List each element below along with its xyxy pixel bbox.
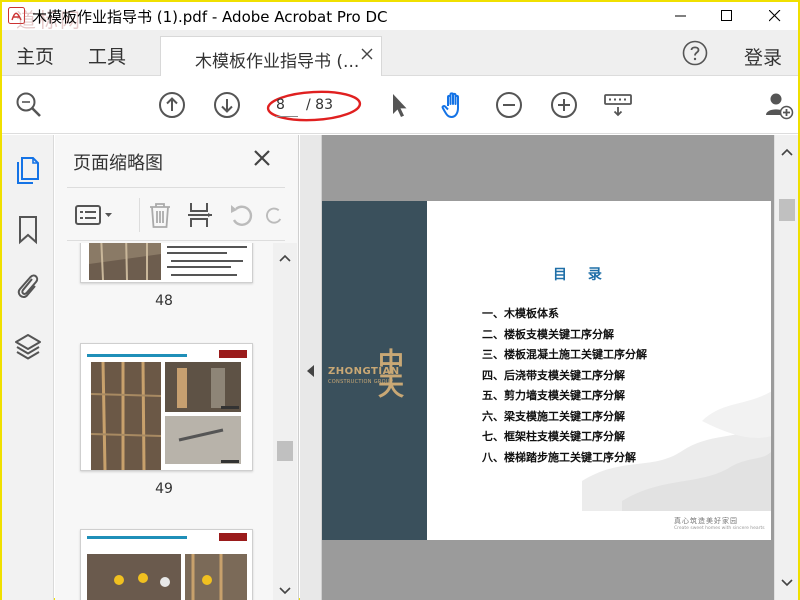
title-bar: 道标网 木模板作业指导书 (1).pdf - Adobe Acrobat Pro… <box>2 2 798 32</box>
left-navigation-rail <box>2 135 54 600</box>
company-slogan: 真心筑造美好家园 <box>674 517 738 525</box>
zoom-out-button[interactable] <box>494 90 524 120</box>
thumbnail-page[interactable] <box>80 529 253 600</box>
thumbnail-options-button[interactable] <box>73 200 119 230</box>
paperclip-icon <box>17 274 39 299</box>
tab-tools[interactable]: 工具 <box>88 42 126 69</box>
company-slogan-english: Create sweet homes with sincere hearts <box>674 526 765 531</box>
toolbar: 8 / 83 <box>2 76 798 134</box>
thumbnail-image <box>89 243 247 281</box>
maximize-icon <box>721 10 732 21</box>
toc-title: 目 录 <box>553 267 610 283</box>
hand-tool-button[interactable] <box>439 90 469 120</box>
options-list-icon <box>75 205 112 225</box>
acrobat-window: 道标网 木模板作业指导书 (1).pdf - Adobe Acrobat Pro… <box>0 0 800 600</box>
scroll-up-arrow-icon[interactable] <box>273 247 297 271</box>
thumbnail-page[interactable] <box>80 343 253 471</box>
company-logo-chinese: 中天 <box>378 348 405 402</box>
login-button[interactable]: 登录 <box>744 43 782 70</box>
pages-icon <box>17 157 39 184</box>
toc-item[interactable]: 七、框架柱支模关键工序分解 <box>482 428 647 449</box>
previous-page-button[interactable] <box>157 90 187 120</box>
thumbnail-toolbar <box>67 187 285 241</box>
add-user-icon <box>766 93 794 120</box>
toc-list: 一、木模板体系 二、楼板支模关键工序分解 三、楼板混凝土施工关键工序分解 四、后… <box>482 305 647 469</box>
thumbnail-scroll-thumb[interactable] <box>277 441 293 461</box>
zoom-out-icon <box>496 92 522 118</box>
layers-icon <box>15 334 41 360</box>
insert-pages-button[interactable] <box>185 200 215 230</box>
zoom-in-button[interactable] <box>549 90 579 120</box>
minimize-icon <box>675 15 686 17</box>
attachments-button[interactable] <box>13 271 43 301</box>
tab-bar: 主页 工具 木模板作业指导书 (... 登录 <box>2 30 798 76</box>
thumbnail-page-number: 48 <box>155 293 173 309</box>
document-scrollbar[interactable] <box>774 135 798 600</box>
collapse-left-arrow-icon <box>307 365 314 377</box>
page-thumbnails-button[interactable] <box>13 155 43 185</box>
help-icon[interactable] <box>682 40 708 66</box>
scroll-down-arrow-icon[interactable] <box>775 570 799 594</box>
layers-button[interactable] <box>13 331 43 361</box>
zoom-search-button[interactable] <box>14 90 44 120</box>
panel-title: 页面缩略图 <box>73 153 163 174</box>
toc-item[interactable]: 一、木模板体系 <box>482 305 647 326</box>
pdf-page: ZHONGTIAN CONSTRUCTION GROUP 中天 目 录 一、木模… <box>322 201 771 540</box>
share-user-button[interactable] <box>764 90 794 120</box>
maximize-button[interactable] <box>704 2 750 30</box>
total-pages-label: / 83 <box>306 97 333 113</box>
next-page-button[interactable] <box>212 90 242 120</box>
cursor-arrow-icon <box>393 94 407 117</box>
toc-item[interactable]: 三、楼板混凝土施工关键工序分解 <box>482 346 647 367</box>
minimize-button[interactable] <box>658 2 704 30</box>
toc-item[interactable]: 六、梁支模施工关键工序分解 <box>482 408 647 429</box>
scroll-up-arrow-icon[interactable] <box>775 141 799 165</box>
select-tool-button[interactable] <box>384 90 414 120</box>
window-title: 木模板作业指导书 (1).pdf - Adobe Acrobat Pro DC <box>32 8 388 26</box>
trash-icon <box>150 203 170 228</box>
page-thumbnails-panel: 页面缩略图 48 49 <box>55 135 299 600</box>
tab-home[interactable]: 主页 <box>16 42 54 69</box>
collapse-panel-button[interactable] <box>300 135 322 600</box>
tab-document[interactable]: 木模板作业指导书 (... <box>160 36 382 76</box>
toc-item[interactable]: 四、后浇带支模关键工序分解 <box>482 367 647 388</box>
panel-close-icon[interactable] <box>253 149 271 167</box>
insert-pages-icon <box>188 203 212 227</box>
arrow-down-circle-icon <box>214 92 240 118</box>
zoom-in-icon <box>551 92 577 118</box>
thumbnail-page[interactable] <box>80 243 253 283</box>
keyboard-icon <box>604 94 632 117</box>
rotate-ccw-icon <box>231 205 253 226</box>
zoom-magnifier-icon <box>16 92 41 117</box>
toc-item[interactable]: 五、剪力墙支模关键工序分解 <box>482 387 647 408</box>
rotate-clockwise-button[interactable] <box>263 200 285 230</box>
keyboard-selection-button[interactable] <box>603 90 633 120</box>
rotate-counterclockwise-button[interactable] <box>227 200 257 230</box>
page-number-box: 8 / 83 <box>266 90 362 122</box>
current-page-input[interactable]: 8 <box>276 97 298 117</box>
document-tab-label: 木模板作业指导书 (... <box>195 52 360 72</box>
tab-close-icon[interactable] <box>361 48 373 60</box>
scroll-down-arrow-icon[interactable] <box>273 578 297 600</box>
bookmark-icon <box>19 216 37 245</box>
window-close-button[interactable] <box>752 2 798 30</box>
toc-item[interactable]: 八、楼梯踏步施工关键工序分解 <box>482 449 647 470</box>
toc-item[interactable]: 二、楼板支模关键工序分解 <box>482 326 647 347</box>
thumbnail-list: 48 49 <box>55 243 273 600</box>
toolbar-divider <box>139 198 140 232</box>
close-icon <box>769 10 781 22</box>
arrow-up-circle-icon <box>159 92 185 118</box>
hand-icon <box>441 92 459 118</box>
thumbnail-image <box>87 533 247 600</box>
thumbnail-image <box>87 350 247 470</box>
bookmarks-button[interactable] <box>13 215 43 245</box>
document-scroll-thumb[interactable] <box>779 199 795 221</box>
thumbnail-page-number: 49 <box>155 481 173 497</box>
thumbnail-scrollbar[interactable] <box>273 243 297 600</box>
delete-pages-button[interactable] <box>145 200 175 230</box>
rotate-cw-icon <box>266 207 282 224</box>
